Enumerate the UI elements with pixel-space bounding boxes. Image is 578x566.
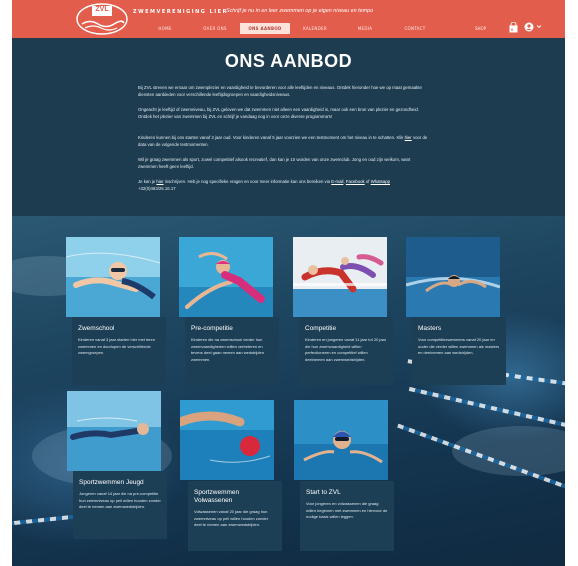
page-title: ONS AANBOD <box>224 51 353 71</box>
card-description: Kinderen die na zwemschool verder hun zw… <box>191 337 264 362</box>
testmoment-link[interactable]: hier <box>405 135 412 140</box>
sportzwemmen-volwassenen-image[interactable] <box>180 400 274 480</box>
card-start-to-zvl[interactable]: Start to ZVL Voor jongeren en volwassene… <box>300 481 394 551</box>
brand-name: ZWEMVERENIGING LIER <box>133 9 228 15</box>
card-zwemschool[interactable]: Zwemschool Kinderen vanaf 3 jaar starten… <box>72 317 166 385</box>
nav-shop[interactable]: SHOP <box>475 23 486 34</box>
card-description: Voor jongeren en volwassenen die graag w… <box>306 501 388 520</box>
card-sportzwemmen-jeugd[interactable]: Sportzwemmen Jeugd Jongeren vanaf 14 jaa… <box>73 471 167 539</box>
intro-paragraph-1: Bij ZVL streven we ernaar om zwemplezier… <box>138 85 422 97</box>
card-title: Start to ZVL <box>306 489 341 496</box>
card-title: Pre-competitie <box>191 325 233 332</box>
nav-media[interactable]: MEDIA <box>340 23 390 34</box>
start-to-zvl-image[interactable] <box>294 400 388 480</box>
card-title: Masters <box>418 325 442 332</box>
intro-section: ONS AANBOD Bij ZVL streven we ernaar om … <box>12 38 565 216</box>
card-description: Kinderen en jongeren vanaf 11 jaar tot 2… <box>305 337 387 362</box>
intro-paragraph-4: Wil je graag zwemmen als sport, zowel co… <box>138 157 411 169</box>
intro-paragraph-5: Je kan je hier inschrijven. Heb je nog s… <box>138 179 391 191</box>
card-title: Zwemschool <box>78 325 115 332</box>
facebook-link[interactable]: Facebook <box>346 179 365 184</box>
lane-rope <box>408 386 565 430</box>
sportzwemmen-jeugd-image[interactable] <box>67 391 161 471</box>
zwemschool-image[interactable] <box>66 237 160 317</box>
card-pre-competitie[interactable]: Pre-competitie Kinderen die na zwemschoo… <box>185 317 279 385</box>
nav-over-ons[interactable]: OVER ONS <box>190 23 240 34</box>
nav-contact[interactable]: CONTACT <box>390 23 440 34</box>
whatsapp-link[interactable]: Whatsapp <box>371 179 390 184</box>
pre-competitie-image[interactable] <box>179 237 273 317</box>
inschrijven-link[interactable]: hier <box>156 179 163 184</box>
page: ZVL ZWEMVERENIGING LIER Schrijf je nu in… <box>12 0 565 566</box>
masters-image[interactable] <box>406 237 500 317</box>
user-icon[interactable] <box>524 22 534 32</box>
card-title: Sportzwemmen Volwassenen <box>194 489 240 504</box>
card-title: Competitie <box>305 325 337 332</box>
card-title: Sportzwemmen Jeugd <box>79 479 144 486</box>
nav-ons-aanbod[interactable]: ONS AANBOD <box>240 23 290 34</box>
card-description: Volwassenen vanaf 20 jaar die graag hun … <box>194 509 269 528</box>
card-sportzwemmen-volwassenen[interactable]: Sportzwemmen Volwassenen Volwassenen van… <box>188 481 282 551</box>
nav-kalender[interactable]: KALENDER <box>290 23 340 34</box>
email-link[interactable]: E-mail <box>331 179 343 184</box>
card-description: Voor competitiezwemmers vanaf 20 jaar en… <box>418 337 500 356</box>
site-header: ZVL ZWEMVERENIGING LIER Schrijf je nu in… <box>12 0 565 38</box>
intro-paragraph-3: Kinderen kunnen bij ons starten vanaf 3 … <box>138 135 428 147</box>
competitie-image[interactable] <box>293 237 387 317</box>
main-nav: HOME OVER ONS ONS AANBOD KALENDER MEDIA … <box>140 23 440 34</box>
card-competitie[interactable]: Competitie Kinderen en jongeren vanaf 11… <box>299 317 393 385</box>
cart-count: 0 <box>511 27 514 32</box>
logo-lettering: ZVL <box>95 6 109 13</box>
intro-paragraph-2: Ongeacht je leeftijd of zwemniveau, bij … <box>138 107 419 119</box>
chevron-down-icon[interactable] <box>536 22 542 31</box>
nav-home[interactable]: HOME <box>140 23 190 34</box>
card-description: Jongeren vanaf 14 jaar die na pre-compet… <box>79 491 161 510</box>
tagline: Schrijf je nu in en leer zwemmen op je e… <box>226 8 374 14</box>
card-description: Kinderen vanaf 3 jaar starten hier met l… <box>78 337 155 356</box>
card-masters[interactable]: Masters Voor competitiezwemmers vanaf 20… <box>412 317 506 385</box>
